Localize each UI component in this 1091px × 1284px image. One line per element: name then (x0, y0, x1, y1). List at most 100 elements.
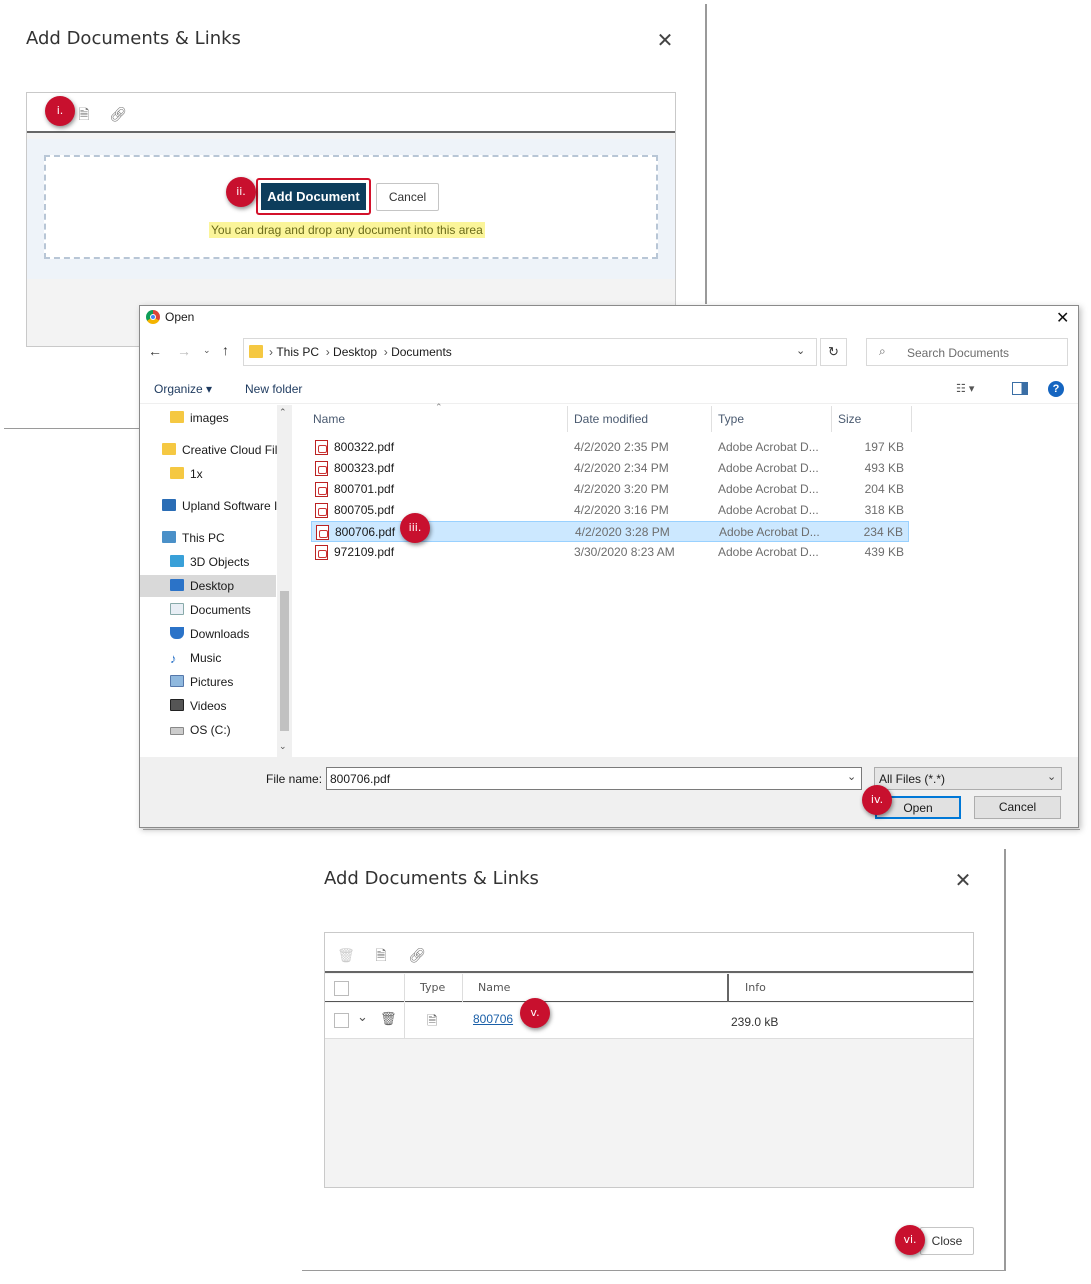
nav-item-os-c[interactable]: OS (C:) (170, 719, 231, 741)
column-header-type[interactable]: Type (718, 406, 744, 432)
file-name: 800323.pdf (334, 461, 395, 475)
step-badge: iv. (862, 785, 892, 815)
nav-label: Upland Software I (182, 499, 277, 513)
document-row[interactable]: ⌄ 🗑︎ 🗎 800706 239.0 kB (325, 1003, 973, 1039)
column-header-date[interactable]: Date modified (574, 406, 648, 432)
column-header-type[interactable]: Type (420, 981, 445, 994)
chevron-down-icon[interactable]: ⌄ (357, 1010, 368, 1025)
nav-scrollbar[interactable]: ⌃ ⌄ (277, 405, 292, 757)
scroll-down-icon[interactable]: ⌄ (279, 741, 287, 752)
column-divider[interactable] (911, 406, 912, 432)
building-icon (162, 499, 176, 511)
pdf-icon (315, 503, 328, 518)
nav-item-desktop[interactable]: Desktop (140, 575, 276, 597)
computer-icon (162, 531, 176, 543)
address-bar[interactable]: › This PC › Desktop › Documents ⌄ (243, 338, 817, 366)
breadcrumb-item[interactable]: Desktop (333, 345, 377, 359)
file-name-input[interactable]: 800706.pdf ⌄ (326, 767, 862, 790)
column-divider[interactable] (831, 406, 832, 432)
nav-item-videos[interactable]: Videos (170, 695, 226, 717)
column-resize-handle[interactable] (727, 974, 729, 1002)
add-link-icon[interactable]: 🔗︎ (408, 947, 426, 965)
file-size: 439 KB (864, 545, 904, 559)
breadcrumb: › This PC › Desktop › Documents (269, 345, 452, 359)
breadcrumb-item[interactable]: Documents (391, 345, 452, 359)
file-row[interactable]: 800323.pdf 4/2/2020 2:34 PM Adobe Acrobat … (311, 458, 909, 479)
documents-icon (170, 603, 184, 615)
back-arrow-icon[interactable]: ← (148, 343, 162, 359)
add-document-button[interactable]: Add Document (261, 183, 366, 210)
file-row[interactable]: 972109.pdf 3/30/2020 8:23 AM Adobe Acrobat… (311, 542, 909, 563)
open-file-dialog: Open ✕ ← → ⌄ ↑ › This PC › Desktop › Doc… (139, 305, 1079, 828)
nav-label: This PC (182, 531, 225, 545)
drop-hint: You can drag and drop any document into … (209, 222, 485, 238)
organize-menu[interactable]: Organize ▾ (154, 382, 212, 396)
nav-item-this-pc[interactable]: This PC (162, 527, 225, 549)
close-icon[interactable]: ✕ (953, 870, 973, 890)
column-divider[interactable] (567, 406, 568, 432)
nav-label: 3D Objects (190, 555, 250, 569)
file-row[interactable]: 800322.pdf 4/2/2020 2:35 PM Adobe Acrobat … (311, 437, 909, 458)
nav-item-1x[interactable]: 1x (170, 463, 203, 485)
nav-item-downloads[interactable]: Downloads (170, 623, 249, 645)
nav-item-images[interactable]: images (170, 407, 229, 429)
add-file-icon[interactable]: 🗎 (75, 106, 93, 124)
file-size: 197 KB (864, 440, 904, 454)
select-all-checkbox[interactable] (334, 981, 349, 996)
file-row[interactable]: 800701.pdf 4/2/2020 3:20 PM Adobe Acrobat … (311, 479, 909, 500)
file-type: Adobe Acrobat D... (718, 503, 819, 517)
nav-label: Music (190, 651, 222, 665)
cancel-button[interactable]: Cancel (974, 796, 1061, 819)
preview-pane-icon[interactable] (1012, 382, 1028, 395)
chevron-down-icon[interactable]: ⌄ (796, 344, 805, 357)
row-checkbox[interactable] (334, 1013, 349, 1028)
close-icon[interactable]: ✕ (655, 30, 675, 50)
scroll-up-icon[interactable]: ⌃ (279, 407, 287, 418)
nav-label: 1x (190, 467, 203, 481)
view-options-icon[interactable]: ☷ ▾ (956, 382, 974, 395)
add-file-icon[interactable]: 🗎 (372, 947, 390, 965)
nav-label: Creative Cloud Fil (182, 443, 277, 457)
breadcrumb-item[interactable]: This PC (276, 345, 319, 359)
file-name: 800705.pdf (334, 503, 395, 517)
file-date: 4/2/2020 2:35 PM (574, 440, 669, 454)
new-folder-button[interactable]: New folder (245, 382, 302, 396)
close-button[interactable]: Close (920, 1227, 974, 1255)
file-type-select[interactable]: All Files (*.*) ⌄ (874, 767, 1062, 790)
trash-icon[interactable]: 🗑︎ (380, 1012, 397, 1027)
column-divider (462, 974, 463, 1002)
nav-label: Documents (190, 603, 251, 617)
forward-arrow-icon[interactable]: → (177, 343, 191, 359)
search-input[interactable]: ⌕ Search Documents (866, 338, 1068, 366)
dialog-1-title: Add Documents & Links (26, 28, 241, 49)
scroll-thumb[interactable] (280, 591, 289, 731)
column-header-name[interactable]: Name (478, 981, 510, 994)
close-icon[interactable]: ✕ (1056, 308, 1069, 328)
trash-icon[interactable]: 🗑︎ (337, 947, 355, 965)
nav-item-creative-cloud[interactable]: Creative Cloud Fil (162, 439, 277, 461)
add-link-icon[interactable]: 🔗︎ (109, 106, 127, 124)
document-icon: 🗎 (427, 1014, 438, 1029)
nav-item-music[interactable]: ♪ Music (170, 647, 221, 669)
file-row[interactable]: 800705.pdf 4/2/2020 3:16 PM Adobe Acrobat … (311, 500, 909, 521)
recent-chevron-icon[interactable]: ⌄ (203, 345, 211, 356)
help-icon[interactable]: ? (1048, 381, 1064, 397)
nav-item-pictures[interactable]: Pictures (170, 671, 233, 693)
chevron-down-icon[interactable]: ⌄ (847, 770, 856, 783)
column-header-info[interactable]: Info (745, 981, 766, 994)
refresh-icon[interactable]: ↻ (820, 338, 847, 366)
chrome-icon (146, 310, 160, 324)
nav-item-documents[interactable]: Documents (170, 599, 251, 621)
column-header-size[interactable]: Size (838, 406, 861, 432)
document-link[interactable]: 800706 (473, 1012, 513, 1026)
sort-arrow-icon: ⌃ (435, 402, 443, 412)
nav-item-3d-objects[interactable]: 3D Objects (170, 551, 249, 573)
column-header-name[interactable]: Name (313, 406, 345, 432)
up-arrow-icon[interactable]: ↑ (222, 342, 229, 358)
column-divider[interactable] (711, 406, 712, 432)
drive-icon (170, 727, 184, 735)
nav-item-upland[interactable]: Upland Software I (162, 495, 277, 517)
cancel-button[interactable]: Cancel (376, 183, 439, 211)
chevron-down-icon[interactable]: ⌄ (1047, 770, 1056, 783)
search-icon: ⌕ (879, 344, 886, 358)
